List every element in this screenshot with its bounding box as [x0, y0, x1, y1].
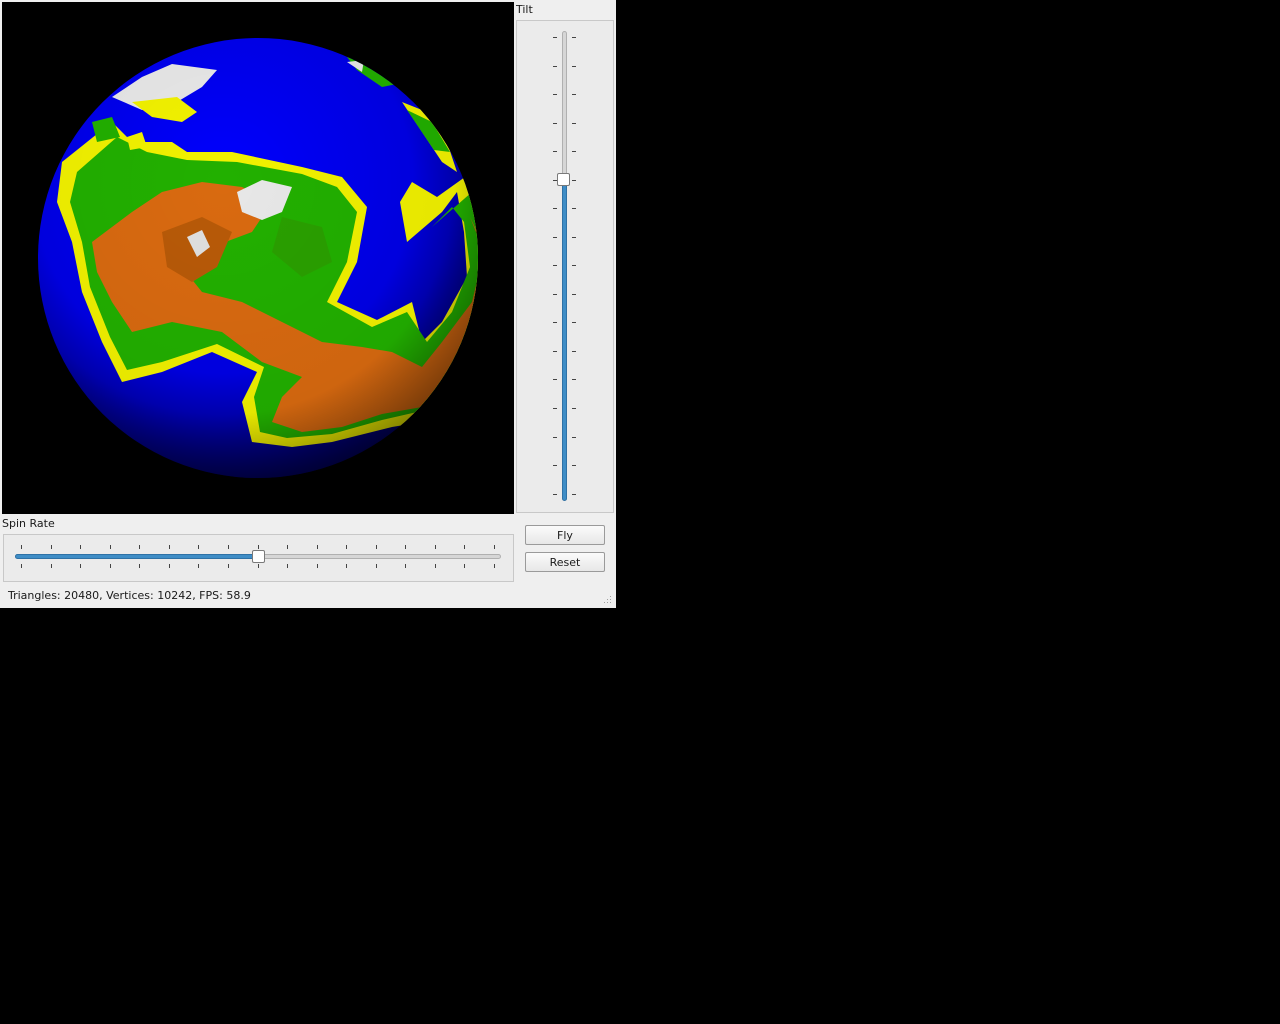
tilt-label: Tilt [516, 3, 533, 16]
spin-rate-slider-handle[interactable] [252, 550, 265, 563]
status-bar-text: Triangles: 20480, Vertices: 10242, FPS: … [8, 589, 251, 602]
spin-rate-slider-fill [15, 554, 260, 559]
reset-button[interactable]: Reset [525, 552, 605, 572]
app-window: Tilt Spin Rate Fly Reset Triangles: 2048… [0, 0, 616, 608]
tilt-slider-fill [562, 180, 567, 501]
tilt-slider-handle[interactable] [557, 173, 570, 186]
globe-shading [38, 38, 478, 478]
planet-viewport[interactable] [2, 2, 514, 514]
resize-grip-icon[interactable] [601, 593, 613, 605]
fly-button[interactable]: Fly [525, 525, 605, 545]
planet-render [38, 38, 478, 478]
spin-rate-label: Spin Rate [2, 517, 55, 530]
